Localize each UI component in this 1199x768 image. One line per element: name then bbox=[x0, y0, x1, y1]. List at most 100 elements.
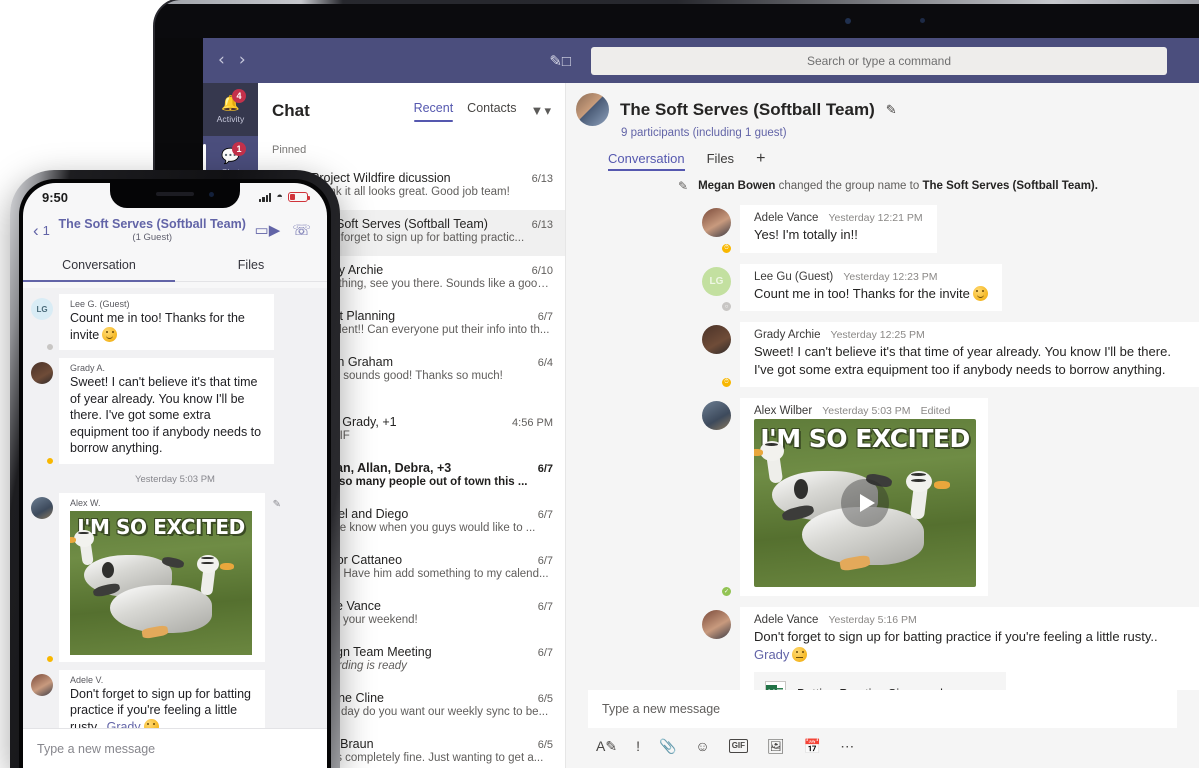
attach-file-icon[interactable]: 📎 bbox=[659, 739, 676, 753]
message-body: Count me in too! Thanks for the invite bbox=[754, 286, 970, 301]
chat-list-item-body: Alex, Grady, +14:56 PMGIFGIF bbox=[311, 415, 553, 442]
search-placeholder: Search or type a command bbox=[807, 54, 951, 68]
tab-contacts[interactable]: Contacts bbox=[467, 101, 516, 120]
message-time: Yesterday 12:25 PM bbox=[831, 329, 925, 341]
avatar[interactable] bbox=[31, 362, 53, 384]
conversation-pane: The Soft Serves (Softball Team) ✎ 9 part… bbox=[566, 83, 1199, 768]
emoji-icon[interactable]: ☺ bbox=[695, 739, 709, 753]
message-bubble[interactable]: Lee Gu (Guest) Yesterday 12:23 PM Count … bbox=[740, 264, 1002, 312]
schedule-meeting-icon[interactable]: 📅 bbox=[804, 739, 821, 753]
phone-message-list: LG Lee G. (Guest) Count me in too! Thank… bbox=[23, 288, 327, 728]
message-row: LG ○ Lee Gu (Guest) Yesterday 12:23 PM C… bbox=[566, 264, 1199, 323]
chat-list-item-date: 4:56 PM bbox=[506, 417, 553, 429]
edit-group-name-icon[interactable]: ✎ bbox=[886, 102, 897, 118]
avatar[interactable] bbox=[702, 610, 731, 639]
phone-navbar: ‹ 1 The Soft Serves (Softball Team) (1 G… bbox=[23, 211, 327, 251]
message-input[interactable]: Type a new message bbox=[588, 690, 1177, 728]
phone-gif-caption: I'M SO EXCITED bbox=[70, 515, 252, 539]
filter-icon[interactable]: ▼ ▾ bbox=[531, 103, 551, 119]
back-button[interactable]: ‹ bbox=[218, 52, 225, 69]
avatar[interactable] bbox=[702, 401, 731, 430]
pinned-section-label: Pinned bbox=[258, 138, 565, 164]
message-text: Sweet! I can't believe it's that time of… bbox=[754, 343, 1185, 378]
teams-mobile-app: 9:50 ◓ ‹ 1 The Soft Serves (Softball Tea… bbox=[23, 183, 327, 768]
message-bubble[interactable]: Adele Vance Yesterday 12:21 PM Yes! I'm … bbox=[740, 205, 937, 253]
chat-list-item-date: 6/7 bbox=[532, 509, 553, 521]
goose-stripe-2 bbox=[201, 562, 214, 565]
message-bubble[interactable]: Adele Vance Yesterday 5:16 PM Don't forg… bbox=[740, 607, 1199, 690]
avatar[interactable]: LG bbox=[702, 267, 731, 296]
set-delivery-options-icon[interactable]: ! bbox=[636, 739, 640, 753]
play-icon[interactable] bbox=[841, 479, 889, 527]
phone-camera-icon bbox=[209, 192, 214, 197]
goose-beak bbox=[220, 563, 234, 570]
phone-message-body: Count me in too! Thanks for the invite bbox=[70, 311, 245, 342]
message-row: ✓ Alex Wilber Yesterday 5:03 PM Edited I… bbox=[566, 398, 1199, 607]
phone-message-bubble[interactable]: Grady A. Sweet! I can't believe it's tha… bbox=[59, 358, 274, 464]
phone-device: 9:50 ◓ ‹ 1 The Soft Serves (Softball Tea… bbox=[10, 170, 340, 768]
avatar[interactable] bbox=[702, 208, 731, 237]
phone-message-bubble[interactable]: Lee G. (Guest) Count me in too! Thanks f… bbox=[59, 294, 274, 350]
message-bubble[interactable]: Grady Archie Yesterday 12:25 PM Sweet! I… bbox=[740, 322, 1199, 387]
avatar-wrap: LG bbox=[31, 298, 53, 350]
phone-tab-conversation[interactable]: Conversation bbox=[23, 251, 175, 281]
phone-message-author: Lee G. (Guest) bbox=[70, 299, 263, 309]
phone-tab-files[interactable]: Files bbox=[175, 251, 327, 281]
rail-item-activity[interactable]: 🔔 Activity 4 bbox=[203, 83, 258, 136]
message-list: ✎ Megan Bowen changed the group name to … bbox=[566, 171, 1199, 690]
file-attachment[interactable]: Batting Practice Sign up.xlsx ⋯ bbox=[754, 672, 1006, 690]
avatar[interactable]: LG bbox=[31, 298, 53, 320]
chat-list-item-top: Miguel and Diego6/7 bbox=[311, 507, 553, 521]
chat-list-item-body: Event Planning6/7Excellent!! Can everyon… bbox=[311, 309, 553, 336]
goose-stripe bbox=[201, 557, 214, 560]
mention-chip[interactable]: Grady bbox=[754, 647, 789, 662]
chat-list-item-preview: Excellent!! Can everyone put their info … bbox=[311, 324, 553, 336]
chat-list-item-body: Joanne Cline6/5What day do you want our … bbox=[311, 691, 553, 718]
chat-list-item-top: Isaiah Graham6/4 bbox=[311, 355, 553, 369]
phone-message-text: Count me in too! Thanks for the invite bbox=[70, 310, 263, 343]
tab-conversation[interactable]: Conversation bbox=[608, 151, 685, 171]
phone-message-author: Adele V. bbox=[70, 675, 254, 685]
video-call-icon[interactable]: ▭▶ bbox=[255, 223, 281, 238]
message-author: Lee Gu (Guest) bbox=[754, 271, 833, 283]
chat-list-item-top: Megan, Allan, Debra, +36/7 bbox=[311, 461, 553, 475]
phone-message-row: LG Lee G. (Guest) Count me in too! Thank… bbox=[23, 288, 327, 358]
phone-back-button[interactable]: ‹ 1 bbox=[33, 222, 50, 239]
chat-badge: 1 bbox=[232, 142, 246, 156]
mention-chip[interactable]: Grady bbox=[107, 720, 141, 729]
presence-away-icon bbox=[46, 457, 54, 465]
tab-files[interactable]: Files bbox=[707, 151, 734, 171]
page-title: Chat bbox=[272, 101, 310, 121]
chat-list-item-preview: Yeah, sounds good! Thanks so much! bbox=[311, 370, 553, 382]
chat-list-item-preview: With so many people out of town this ... bbox=[311, 476, 553, 488]
neutral-emoji-icon bbox=[792, 647, 807, 662]
plus-icon[interactable]: + bbox=[756, 151, 765, 171]
giphy-icon[interactable]: GIF bbox=[729, 739, 748, 753]
message-author: Adele Vance bbox=[754, 614, 818, 626]
audio-call-icon[interactable]: ☏ bbox=[292, 223, 311, 238]
avatar[interactable] bbox=[31, 497, 53, 519]
message-meta: Lee Gu (Guest) Yesterday 12:23 PM bbox=[754, 271, 988, 283]
message-time: Yesterday 5:03 PM bbox=[822, 405, 910, 417]
tab-recent[interactable]: Recent bbox=[414, 101, 454, 120]
pencil-icon[interactable]: ✎ bbox=[273, 499, 281, 510]
avatar[interactable] bbox=[702, 325, 731, 354]
avatar[interactable] bbox=[31, 674, 53, 696]
phone-gif-attachment[interactable]: I'M SO EXCITED bbox=[70, 511, 252, 655]
phone-conversation-title: The Soft Serves (Softball Team) bbox=[50, 217, 255, 231]
phone-message-bubble[interactable]: Adele V. Don't forget to sign up for bat… bbox=[59, 670, 265, 729]
sticker-icon[interactable]: 🖼 bbox=[767, 739, 785, 753]
chat-list-item-body: Adele Vance6/7Enjoy your weekend! bbox=[311, 599, 553, 626]
tablet-sensor-icon bbox=[920, 18, 925, 23]
forward-button[interactable]: › bbox=[239, 52, 246, 69]
search-input[interactable]: Search or type a command bbox=[591, 47, 1167, 75]
more-options-icon[interactable]: ⋯ bbox=[840, 739, 854, 753]
new-chat-icon[interactable]: ✎□ bbox=[549, 52, 571, 70]
phone-message-input[interactable]: Type a new message bbox=[23, 728, 327, 768]
message-bubble[interactable]: Alex Wilber Yesterday 5:03 PM Edited I'M… bbox=[740, 398, 988, 596]
phone-message-bubble[interactable]: Alex W. ✎ I'M SO EXCITED bbox=[59, 493, 265, 662]
phone-message-text: Don't forget to sign up for batting prac… bbox=[70, 686, 254, 729]
phone-message-body: Don't forget to sign up for batting prac… bbox=[70, 687, 251, 729]
format-text-icon[interactable]: A✎ bbox=[596, 739, 617, 753]
gif-attachment[interactable]: I'M SO EXCITED bbox=[754, 419, 976, 587]
